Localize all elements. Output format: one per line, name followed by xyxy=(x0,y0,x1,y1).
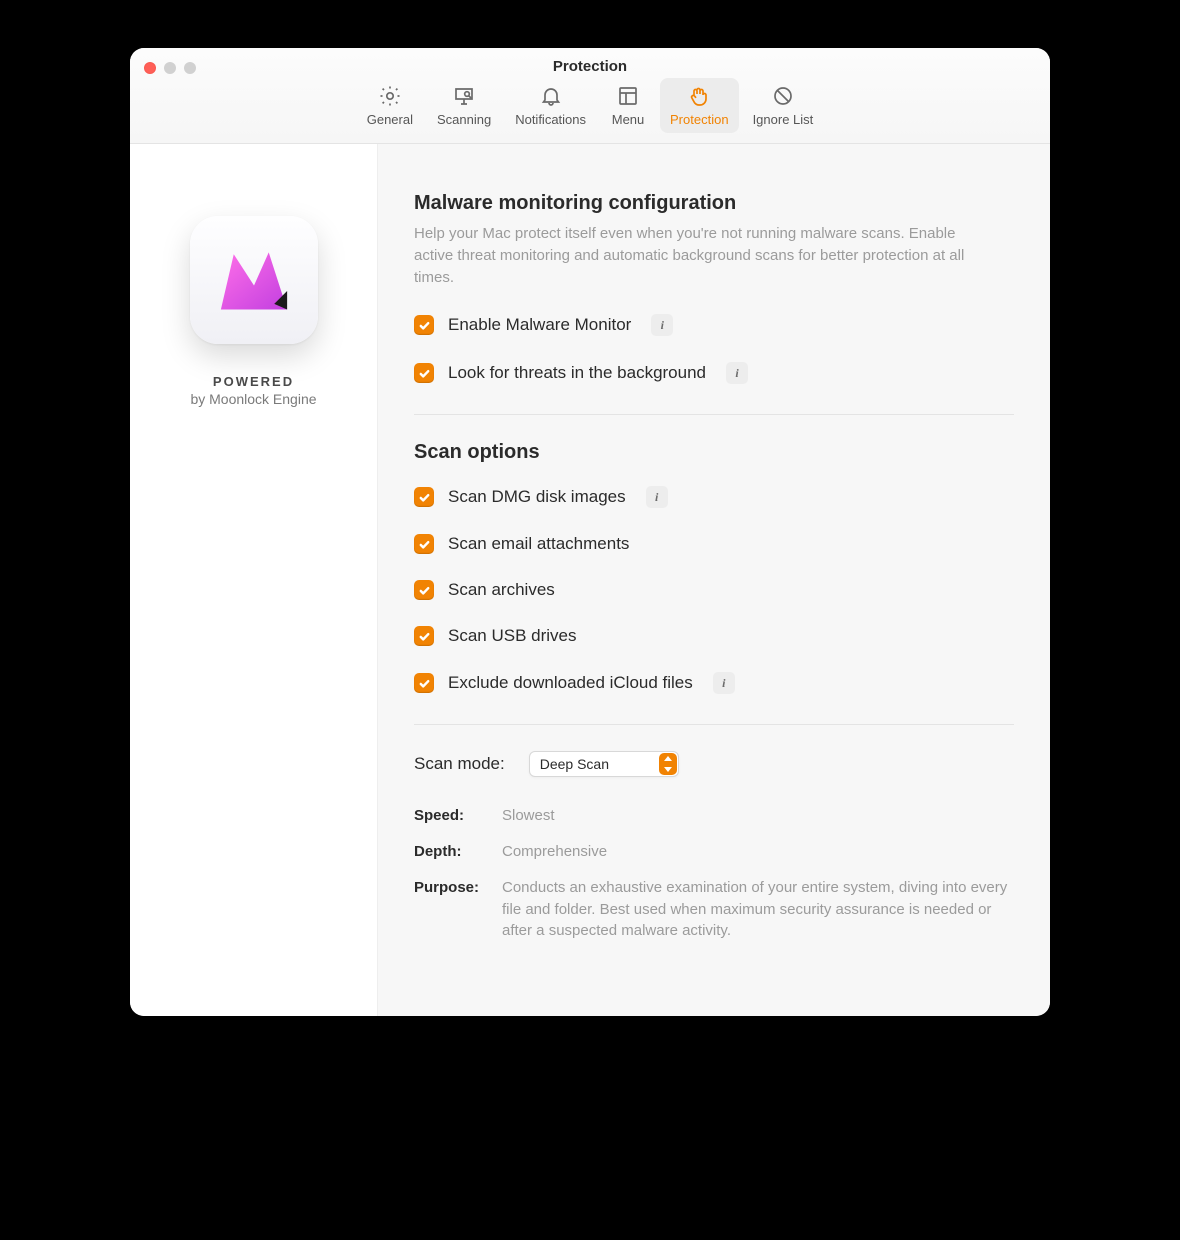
moonlock-logo-icon xyxy=(208,234,300,326)
option-exclude-icloud[interactable]: Exclude downloaded iCloud files i xyxy=(414,672,1014,694)
option-label: Scan archives xyxy=(448,580,555,600)
section-malware-title: Malware monitoring configuration xyxy=(414,192,1014,215)
checkbox[interactable] xyxy=(414,315,434,335)
detail-speed-key: Speed: xyxy=(414,805,498,827)
detail-depth-val: Comprehensive xyxy=(502,841,1014,863)
option-label: Enable Malware Monitor xyxy=(448,315,631,335)
titlebar: Protection General Scanning Notification… xyxy=(130,48,1050,144)
info-icon[interactable]: i xyxy=(726,362,748,384)
checkbox[interactable] xyxy=(414,580,434,600)
scan-mode-label: Scan mode: xyxy=(414,754,505,774)
option-scan-archives[interactable]: Scan archives xyxy=(414,580,1014,600)
option-label: Scan USB drives xyxy=(448,626,577,646)
info-icon[interactable]: i xyxy=(713,672,735,694)
option-label: Scan email attachments xyxy=(448,534,629,554)
content-pane: Malware monitoring configuration Help yo… xyxy=(378,144,1050,1016)
select-stepper-icon xyxy=(659,753,677,775)
app-icon xyxy=(190,216,318,344)
option-scan-usb[interactable]: Scan USB drives xyxy=(414,626,1014,646)
scan-mode-select[interactable]: Deep Scan xyxy=(529,751,679,777)
detail-speed-val: Slowest xyxy=(502,805,1014,827)
monitor-search-icon xyxy=(450,82,478,110)
tab-label: Menu xyxy=(612,112,645,127)
divider xyxy=(414,414,1014,415)
sidebar: POWERED by Moonlock Engine xyxy=(130,144,378,1016)
body: POWERED by Moonlock Engine Malware monit… xyxy=(130,144,1050,1016)
detail-purpose-val: Conducts an exhaustive examination of yo… xyxy=(502,877,1014,942)
option-enable-malware-monitor[interactable]: Enable Malware Monitor i xyxy=(414,314,1014,336)
checkbox[interactable] xyxy=(414,487,434,507)
ban-icon xyxy=(769,82,797,110)
toolbar: General Scanning Notifications Menu xyxy=(130,76,1050,143)
section-scan-options-title: Scan options xyxy=(414,441,1014,464)
window-controls xyxy=(144,62,196,74)
powered-by: POWERED by Moonlock Engine xyxy=(190,374,316,407)
gear-icon xyxy=(376,82,404,110)
powered-engine: by Moonlock Engine xyxy=(190,391,316,407)
zoom-window-button[interactable] xyxy=(184,62,196,74)
option-label: Look for threats in the background xyxy=(448,363,706,383)
scan-mode-row: Scan mode: Deep Scan xyxy=(414,751,1014,777)
divider xyxy=(414,724,1014,725)
malware-options: Enable Malware Monitor i Look for threat… xyxy=(414,314,1014,384)
scan-mode-details: Speed: Slowest Depth: Comprehensive Purp… xyxy=(414,805,1014,942)
tab-notifications[interactable]: Notifications xyxy=(505,78,596,133)
tab-label: General xyxy=(367,112,413,127)
option-label: Exclude downloaded iCloud files xyxy=(448,673,693,693)
close-window-button[interactable] xyxy=(144,62,156,74)
scan-mode-value: Deep Scan xyxy=(540,756,609,772)
tab-scanning[interactable]: Scanning xyxy=(427,78,501,133)
scan-options: Scan DMG disk images i Scan email attach… xyxy=(414,486,1014,694)
option-background-threats[interactable]: Look for threats in the background i xyxy=(414,362,1014,384)
powered-label: POWERED xyxy=(190,374,316,389)
tab-label: Protection xyxy=(670,112,729,127)
tab-ignorelist[interactable]: Ignore List xyxy=(743,78,824,133)
option-scan-email[interactable]: Scan email attachments xyxy=(414,534,1014,554)
minimize-window-button[interactable] xyxy=(164,62,176,74)
tab-general[interactable]: General xyxy=(357,78,423,133)
option-label: Scan DMG disk images xyxy=(448,487,626,507)
hand-icon xyxy=(685,82,713,110)
layout-icon xyxy=(614,82,642,110)
checkbox[interactable] xyxy=(414,626,434,646)
tab-menu[interactable]: Menu xyxy=(600,78,656,133)
tab-label: Scanning xyxy=(437,112,491,127)
tab-label: Notifications xyxy=(515,112,586,127)
checkbox[interactable] xyxy=(414,363,434,383)
preferences-window: Protection General Scanning Notification… xyxy=(130,48,1050,1016)
tab-label: Ignore List xyxy=(753,112,814,127)
checkbox[interactable] xyxy=(414,673,434,693)
tab-protection[interactable]: Protection xyxy=(660,78,739,133)
option-scan-dmg[interactable]: Scan DMG disk images i xyxy=(414,486,1014,508)
bell-icon xyxy=(537,82,565,110)
info-icon[interactable]: i xyxy=(646,486,668,508)
window-title: Protection xyxy=(130,48,1050,76)
info-icon[interactable]: i xyxy=(651,314,673,336)
detail-purpose-key: Purpose: xyxy=(414,877,498,942)
section-malware-desc: Help your Mac protect itself even when y… xyxy=(414,223,994,288)
checkbox[interactable] xyxy=(414,534,434,554)
detail-depth-key: Depth: xyxy=(414,841,498,863)
